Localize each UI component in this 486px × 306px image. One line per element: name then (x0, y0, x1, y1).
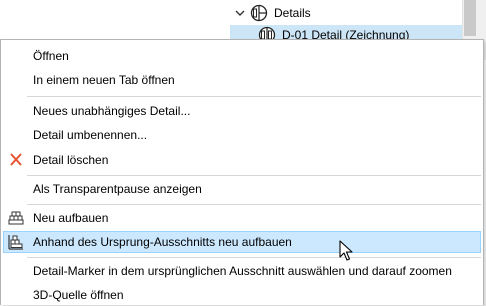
menu-item-show-as-trace[interactable]: Als Transparentpause anzeigen (3, 178, 481, 200)
menu-separator (27, 175, 481, 176)
menu-item-open-new-tab[interactable]: In einem neuen Tab öffnen (3, 69, 481, 91)
menu-separator (27, 204, 481, 205)
detail-marker-icon (250, 4, 268, 22)
menu-item-rename-detail-label: Detail umbenennen... (33, 128, 148, 142)
menu-item-rebuild-label: Neu aufbauen (33, 211, 109, 225)
menu-separator (27, 96, 481, 97)
rebuild-from-source-icon (8, 235, 23, 250)
close-icon (10, 153, 22, 166)
mouse-pointer-icon (339, 240, 353, 261)
menu-item-open-new-tab-label: In einem neuen Tab öffnen (33, 73, 175, 87)
menu-item-show-as-trace-label: Als Transparentpause anzeigen (33, 182, 202, 196)
menu-item-select-marker-label: Detail-Marker in dem ursprünglichen Auss… (33, 264, 452, 278)
menu-item-open-label: Öffnen (33, 49, 69, 63)
chevron-down-icon[interactable] (234, 7, 246, 19)
context-menu: Öffnen In einem neuen Tab öffnen Neues u… (0, 39, 484, 305)
menu-item-rebuild-from-source[interactable]: Anhand des Ursprung-Ausschnitts neu aufb… (3, 231, 481, 253)
rebuild-icon (8, 211, 24, 225)
menu-item-delete-detail-label: Detail löschen (33, 153, 109, 167)
menu-item-new-independent-detail[interactable]: Neues unabhängiges Detail... (3, 100, 481, 122)
menu-item-rename-detail[interactable]: Detail umbenennen... (3, 124, 481, 146)
menu-item-rebuild[interactable]: Neu aufbauen (3, 207, 481, 229)
tree-item-details-label: Details (274, 6, 311, 20)
menu-item-open-3d-source[interactable]: 3D-Quelle öffnen (3, 284, 481, 306)
menu-item-open-3d-source-label: 3D-Quelle öffnen (33, 288, 124, 302)
menu-item-open[interactable]: Öffnen (3, 45, 481, 67)
menu-item-rebuild-from-source-label: Anhand des Ursprung-Ausschnitts neu aufb… (33, 235, 292, 249)
menu-item-select-marker[interactable]: Detail-Marker in dem ursprünglichen Auss… (3, 260, 481, 282)
navigator-scrollbar-thumb[interactable] (464, 0, 476, 36)
tree-item-details[interactable]: Details (214, 3, 462, 23)
menu-separator (27, 257, 481, 258)
menu-item-new-independent-detail-label: Neues unabhängiges Detail... (33, 104, 191, 118)
menu-item-delete-detail[interactable]: Detail löschen (3, 149, 481, 171)
